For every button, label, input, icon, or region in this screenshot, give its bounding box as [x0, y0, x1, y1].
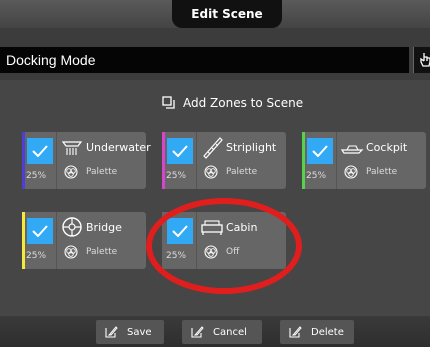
zone-brightness: 25% — [26, 251, 47, 261]
zone-card-bridge[interactable]: 25% Bridge Palette — [22, 212, 146, 269]
zone-palette: Palette — [86, 167, 118, 177]
checkmark-icon — [312, 145, 328, 157]
palette-icon — [204, 165, 218, 179]
palette-icon — [64, 245, 78, 259]
zone-name: Underwater — [86, 141, 151, 154]
edit-icon — [105, 326, 118, 338]
zone-color-stripe — [22, 132, 25, 189]
card-divider — [336, 132, 337, 189]
zone-name: Cockpit — [366, 141, 408, 154]
delete-button[interactable]: Delete — [280, 320, 354, 344]
zone-color-stripe — [162, 132, 165, 189]
striplight-icon — [203, 137, 223, 159]
zone-checkbox[interactable] — [27, 218, 53, 244]
edit-icon — [191, 326, 204, 338]
zone-palette: Palette — [86, 247, 118, 257]
card-divider — [196, 132, 197, 189]
save-label: Save — [127, 326, 152, 338]
save-button[interactable]: Save — [96, 320, 164, 344]
page-title: Edit Scene — [172, 0, 282, 28]
zone-brightness: 25% — [26, 171, 47, 181]
zone-checkbox[interactable] — [307, 138, 333, 164]
delete-label: Delete — [311, 326, 344, 338]
page-title-label: Edit Scene — [191, 7, 263, 21]
zone-brightness: 25% — [306, 171, 327, 181]
zone-card-striplight[interactable]: 25% Striplight Palette — [162, 132, 286, 189]
scene-icon-button[interactable] — [413, 47, 430, 73]
zone-checkbox[interactable] — [167, 138, 193, 164]
highlight-annotation — [146, 198, 302, 294]
add-zones-label: Add Zones to Scene — [183, 96, 304, 110]
pointer-hand-icon — [419, 53, 430, 67]
scene-name-value: Docking Mode — [6, 52, 96, 68]
palette-icon — [64, 165, 78, 179]
palette-icon — [344, 165, 358, 179]
steering-wheel-icon — [62, 217, 82, 237]
checkmark-icon — [32, 145, 48, 157]
scene-name-field[interactable]: Docking Mode — [0, 47, 409, 73]
checkmark-icon — [172, 145, 188, 157]
zone-palette: Palette — [366, 167, 398, 177]
zone-brightness: 25% — [166, 171, 187, 181]
add-layers-icon — [162, 96, 175, 109]
card-divider — [56, 212, 57, 269]
zone-card-underwater[interactable]: 25% Underwater Palette — [22, 132, 151, 189]
checkmark-icon — [32, 225, 48, 237]
zone-card-cockpit[interactable]: 25% Cockpit Palette — [302, 132, 426, 189]
card-divider — [56, 132, 57, 189]
edit-icon — [289, 326, 302, 338]
boat-icon — [340, 145, 364, 154]
cancel-button[interactable]: Cancel — [182, 320, 262, 344]
zone-checkbox[interactable] — [27, 138, 53, 164]
zone-name: Bridge — [86, 221, 122, 234]
zone-color-stripe — [302, 132, 305, 189]
underwater-light-icon — [61, 141, 83, 155]
cancel-label: Cancel — [213, 326, 247, 338]
add-zones-button[interactable]: Add Zones to Scene — [162, 93, 303, 113]
zone-name: Striplight — [226, 141, 277, 154]
zone-color-stripe — [22, 212, 25, 269]
scene-name-row: Docking Mode — [0, 47, 430, 73]
zone-palette: Palette — [226, 167, 258, 177]
